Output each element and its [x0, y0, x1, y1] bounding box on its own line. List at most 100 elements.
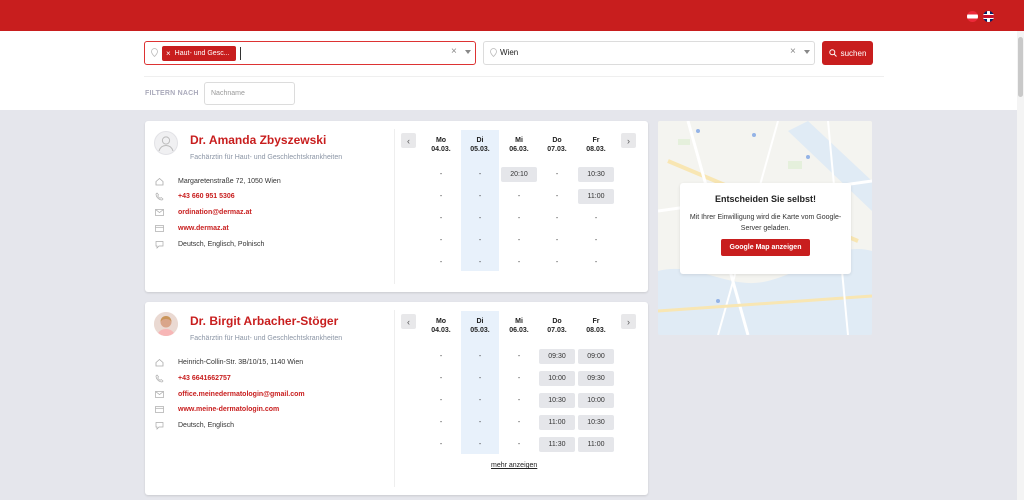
day-name: Mi	[515, 318, 523, 325]
time-slot-button[interactable]: 09:00	[578, 349, 614, 364]
time-slot-button[interactable]: 11:30	[539, 437, 575, 452]
slot: -	[517, 353, 521, 360]
time-slot-button[interactable]: 11:00	[578, 437, 614, 452]
day-name: Mi	[515, 137, 523, 144]
specialty-chip[interactable]: × Haut- und Gesc...	[162, 46, 236, 61]
clear-specialty-icon[interactable]: ×	[451, 47, 457, 57]
time-slot-button[interactable]: 11:00	[578, 189, 614, 204]
location-pin-icon	[490, 48, 497, 57]
doctor-name[interactable]: Dr. Amanda Zbyszewski	[190, 133, 326, 147]
time-slot-button[interactable]: 11:00	[539, 415, 575, 430]
map-consent-dialog: Entscheiden Sie selbst! Mit Ihrer Einwil…	[680, 183, 851, 274]
day-date: 06.03.	[509, 146, 529, 153]
flag-austria-icon[interactable]	[967, 11, 978, 22]
scrollbar-thumb[interactable]	[1018, 37, 1023, 97]
time-slot-button[interactable]: 09:30	[578, 371, 614, 386]
slot: -	[517, 259, 521, 266]
doctor-name[interactable]: Dr. Birgit Arbacher-Stöger	[190, 314, 338, 328]
website-link[interactable]: www.meine-dermatologin.com	[178, 406, 279, 413]
slot: -	[478, 441, 482, 448]
time-slot-button[interactable]: 10:30	[578, 167, 614, 182]
phone-row[interactable]: +43 660 951 5306	[155, 190, 235, 202]
slot: -	[478, 237, 482, 244]
lastname-filter-input[interactable]: Nachname	[204, 82, 295, 105]
slot: -	[517, 193, 521, 200]
slot: -	[555, 237, 559, 244]
day-name: Fr	[592, 137, 600, 144]
slot: -	[478, 171, 482, 178]
show-google-map-button[interactable]: Google Map anzeigen	[721, 239, 810, 256]
website-row[interactable]: www.meine-dermatologin.com	[155, 403, 279, 415]
phone-link[interactable]: +43 660 951 5306	[178, 193, 235, 200]
filter-label: FILTERN NACH	[145, 90, 199, 97]
chevron-down-icon[interactable]	[465, 50, 471, 54]
slot: -	[517, 441, 521, 448]
slot: -	[478, 215, 482, 222]
day-column: Fr 08.03. 10:30 11:00 - - -	[577, 130, 615, 271]
slot: -	[478, 397, 482, 404]
search-button[interactable]: suchen	[822, 41, 873, 65]
consent-text: Mit Ihrer Einwilligung wird die Karte vo…	[689, 214, 842, 232]
slot: -	[555, 259, 559, 266]
time-slot-button[interactable]: 10:00	[539, 371, 575, 386]
time-slot-button[interactable]: 09:30	[539, 349, 575, 364]
page-scrollbar[interactable]	[1017, 31, 1024, 500]
email-row[interactable]: office.meinedermatologin@gmail.com	[155, 388, 305, 400]
day-column: Do 07.03. - - - - -	[538, 130, 576, 271]
chevron-down-icon[interactable]	[804, 50, 810, 54]
slot: -	[478, 193, 482, 200]
doctor-photo-icon	[154, 312, 178, 336]
specialty-select[interactable]: × Haut- und Gesc... ×	[144, 41, 476, 65]
slot: -	[594, 259, 598, 266]
email-link[interactable]: office.meinedermatologin@gmail.com	[178, 391, 305, 398]
top-bar	[0, 0, 1024, 31]
time-slot-button[interactable]: 10:00	[578, 393, 614, 408]
time-slot-button[interactable]: 10:30	[539, 393, 575, 408]
clear-location-icon[interactable]: ×	[790, 47, 796, 57]
mail-icon	[155, 390, 164, 399]
slot: -	[439, 237, 443, 244]
day-date: 07.03.	[547, 327, 567, 334]
slot: -	[555, 171, 559, 178]
day-column: Fr 08.03. 09:00 09:30 10:00 10:30 11:00	[577, 311, 615, 454]
slot: -	[439, 215, 443, 222]
specialty-chip-label: Haut- und Gesc...	[174, 50, 230, 57]
languages-row: Deutsch, Englisch	[155, 419, 234, 431]
slot: -	[555, 215, 559, 222]
day-date: 08.03.	[586, 327, 606, 334]
address-row: Heinrich-Collin-Str. 3B/10/15, 1140 Wien	[155, 356, 303, 368]
home-icon	[155, 358, 164, 367]
phone-row[interactable]: +43 6641662757	[155, 372, 231, 384]
address-row: Margaretenstraße 72, 1050 Wien	[155, 175, 281, 187]
phone-link[interactable]: +43 6641662757	[178, 375, 231, 382]
slot: -	[555, 193, 559, 200]
email-row[interactable]: ordination@dermaz.at	[155, 206, 252, 218]
next-week-button[interactable]: ›	[621, 133, 636, 148]
day-name: Mo	[435, 318, 447, 325]
website-row[interactable]: www.dermaz.at	[155, 222, 229, 234]
day-date: 07.03.	[547, 146, 567, 153]
location-select[interactable]: Wien ×	[483, 41, 815, 65]
doctor-specialty: Fachärztin für Haut- und Geschlechtskran…	[190, 154, 343, 161]
day-name: Do	[552, 318, 562, 325]
time-slot-button[interactable]: 10:30	[578, 415, 614, 430]
speech-bubble-icon	[155, 421, 164, 430]
slot: -	[594, 237, 598, 244]
avatar	[154, 312, 178, 336]
map-placeholder: Entscheiden Sie selbst! Mit Ihrer Einwil…	[658, 121, 872, 335]
time-slot-button[interactable]: 20:10	[501, 167, 537, 182]
email-link[interactable]: ordination@dermaz.at	[178, 209, 252, 216]
doctor-card: Dr. Amanda Zbyszewski Fachärztin für Hau…	[145, 121, 648, 292]
prev-week-button[interactable]: ‹	[401, 314, 416, 329]
flag-uk-icon[interactable]	[983, 11, 994, 22]
next-week-button[interactable]: ›	[621, 314, 636, 329]
chevron-right-icon: ›	[627, 135, 630, 146]
chip-remove-icon[interactable]: ×	[166, 49, 171, 58]
prev-week-button[interactable]: ‹	[401, 133, 416, 148]
website-link[interactable]: www.dermaz.at	[178, 225, 229, 232]
card-divider	[394, 310, 395, 487]
show-more-link[interactable]: mehr anzeigen	[491, 462, 537, 469]
chevron-left-icon: ‹	[407, 135, 410, 146]
slot: -	[478, 353, 482, 360]
languages-row: Deutsch, Englisch, Polnisch	[155, 238, 264, 250]
